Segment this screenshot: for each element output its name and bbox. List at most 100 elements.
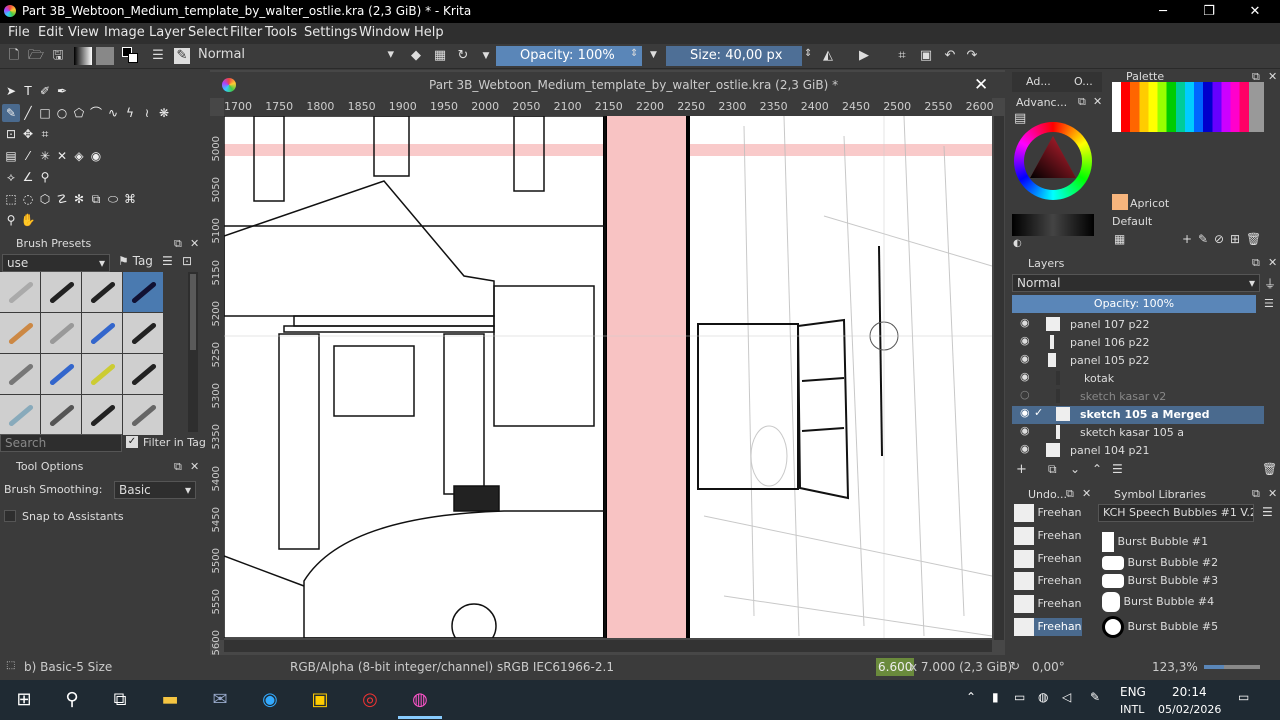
- brush-preset-selected[interactable]: [123, 272, 163, 312]
- menu-image[interactable]: Image: [104, 25, 145, 40]
- color-triangle[interactable]: [1028, 134, 1078, 184]
- task-view-icon[interactable]: ⧉: [106, 686, 134, 714]
- float-icon[interactable]: ⧉: [1066, 487, 1074, 501]
- delete-icon[interactable]: ⊘: [1214, 232, 1224, 246]
- import-icon[interactable]: ⊡: [182, 254, 192, 268]
- menu-settings[interactable]: Settings: [304, 25, 357, 40]
- pan-tool-icon[interactable]: ✋: [19, 211, 37, 229]
- magic-wand-icon[interactable]: ✻: [70, 190, 88, 208]
- tag-button[interactable]: ⚑ Tag: [118, 254, 153, 268]
- layer-row[interactable]: ◉ panel 105 p22: [1012, 352, 1264, 370]
- eye-icon[interactable]: ◉: [1020, 406, 1030, 419]
- canvas-vertical-scrollbar[interactable]: [994, 116, 1004, 640]
- brush-settings-icon[interactable]: ☰: [150, 48, 166, 64]
- layer-menu-icon[interactable]: ☰: [1264, 297, 1274, 310]
- close-icon[interactable]: ✕: [1268, 487, 1277, 500]
- selection-icon[interactable]: ⬚: [6, 660, 15, 671]
- brush-preset[interactable]: [123, 354, 163, 394]
- freehand-select-icon[interactable]: ☡: [53, 190, 71, 208]
- select-shapes-icon[interactable]: ➤: [2, 82, 20, 100]
- blend-mode-dropdown[interactable]: Normal ▾: [194, 47, 398, 65]
- brush-search-input[interactable]: Search: [0, 434, 122, 452]
- brush-preset[interactable]: [82, 272, 122, 312]
- battery-icon[interactable]: ▭: [1014, 690, 1025, 704]
- layer-row[interactable]: ◉ panel 107 p22: [1012, 316, 1264, 334]
- close-icon[interactable]: ✕: [190, 237, 199, 250]
- assistant-tool-icon[interactable]: ⟡: [2, 168, 20, 186]
- add-layer-icon[interactable]: +: [1016, 462, 1027, 477]
- menu-icon[interactable]: ☰: [1262, 505, 1273, 519]
- brush-preset[interactable]: [0, 313, 40, 353]
- zoom-slider[interactable]: [1204, 665, 1260, 669]
- undo-item[interactable]: Freehan: [1014, 504, 1082, 522]
- palette-grid-icon[interactable]: ▦: [1114, 232, 1125, 246]
- duplicate-layer-icon[interactable]: ⧉: [1048, 462, 1057, 477]
- undo-item-selected[interactable]: Freehan: [1014, 618, 1082, 636]
- eye-icon[interactable]: ◉: [1020, 370, 1030, 383]
- polygon-tool-icon[interactable]: ⬠: [70, 104, 88, 122]
- symbol-library-dropdown[interactable]: KCH Speech Bubbles #1 V.2.: [1098, 504, 1254, 522]
- redo-icon[interactable]: ↷: [964, 48, 980, 64]
- brush-smoothing-dropdown[interactable]: Basic ▾: [114, 481, 196, 499]
- eye-icon[interactable]: ◉: [1020, 316, 1030, 329]
- menu-help[interactable]: Help: [414, 25, 444, 40]
- crop-icon[interactable]: ⌗: [894, 48, 910, 64]
- float-icon[interactable]: ⧉: [1252, 487, 1260, 501]
- multibrush-icon[interactable]: ❋: [155, 104, 173, 122]
- obs-icon[interactable]: ◎: [356, 686, 384, 714]
- brush-preset[interactable]: [82, 354, 122, 394]
- filter-icon[interactable]: ⏚: [1264, 275, 1276, 292]
- tab-overview[interactable]: O...: [1074, 75, 1093, 88]
- reset-color-icon[interactable]: ◐: [1013, 238, 1022, 249]
- rectangle-tool-icon[interactable]: □: [36, 104, 54, 122]
- freehand-brush-icon[interactable]: ✎: [2, 104, 20, 122]
- pattern-swatch[interactable]: [96, 47, 114, 65]
- mirror-vertical-icon[interactable]: ▶: [856, 48, 872, 64]
- keyboard-language[interactable]: ENG: [1120, 685, 1146, 699]
- palette-swatches[interactable]: [1112, 82, 1264, 132]
- krita-taskbar-icon[interactable]: ◍: [406, 686, 434, 714]
- symbol-item[interactable]: Burst Bubble #2: [1102, 556, 1218, 570]
- layer-row[interactable]: ◉ panel 106 p22: [1012, 334, 1264, 352]
- layer-row[interactable]: ◉ sketch kasar 105 a: [1012, 424, 1264, 442]
- snap-assistants-checkbox[interactable]: [4, 510, 16, 522]
- brush-preset[interactable]: [41, 272, 81, 312]
- spin-arrows-icon[interactable]: ⇕: [804, 48, 812, 59]
- chevron-up-icon[interactable]: ⌃: [966, 690, 976, 704]
- move-down-icon[interactable]: ⌄: [1070, 462, 1080, 476]
- close-icon[interactable]: ✕: [1082, 487, 1091, 500]
- menu-select[interactable]: Select: [188, 25, 228, 40]
- opacity-slider[interactable]: Opacity: 100%: [496, 46, 642, 66]
- undo-icon[interactable]: ↶: [942, 48, 958, 64]
- symbol-item[interactable]: Burst Bubble #3: [1102, 574, 1218, 588]
- volume-icon[interactable]: ◁: [1062, 690, 1071, 704]
- keyboard-layout[interactable]: INTL: [1120, 703, 1144, 716]
- add-icon[interactable]: +: [1182, 232, 1192, 246]
- text-tool-icon[interactable]: T: [19, 82, 37, 100]
- gradient-tool-icon[interactable]: ▤: [2, 147, 20, 165]
- brush-preset[interactable]: [41, 313, 81, 353]
- size-slider[interactable]: Size: 40,00 px: [666, 46, 802, 66]
- open-document-icon[interactable]: 🗁: [28, 48, 44, 64]
- apricot-swatch[interactable]: [1112, 194, 1128, 210]
- check-icon[interactable]: ✓: [1034, 406, 1043, 419]
- eye-icon[interactable]: ◉: [1020, 424, 1030, 437]
- drawing-canvas[interactable]: [224, 116, 992, 638]
- search-icon[interactable]: ⚲: [58, 686, 86, 714]
- brush-preset[interactable]: [0, 395, 40, 435]
- reload-icon[interactable]: ↻: [455, 48, 471, 64]
- close-icon[interactable]: ✕: [1093, 95, 1102, 108]
- close-icon[interactable]: ✕: [1268, 256, 1277, 269]
- menu-tools[interactable]: Tools: [265, 25, 297, 40]
- grid-icon[interactable]: ⊞: [1230, 232, 1240, 246]
- layer-blend-mode[interactable]: Normal ▾: [1012, 274, 1260, 292]
- chevron-down-icon[interactable]: ▼: [650, 50, 657, 60]
- gradient-swatch[interactable]: [74, 47, 92, 65]
- eye-icon[interactable]: ◉: [1020, 442, 1030, 455]
- close-icon[interactable]: ✕: [190, 460, 199, 473]
- brush-preset[interactable]: [82, 313, 122, 353]
- rect-select-icon[interactable]: ⬚: [2, 190, 20, 208]
- undo-item[interactable]: Freehan: [1014, 550, 1082, 568]
- move-up-icon[interactable]: ⌃: [1092, 462, 1102, 476]
- line-tool-icon[interactable]: ╱: [19, 104, 37, 122]
